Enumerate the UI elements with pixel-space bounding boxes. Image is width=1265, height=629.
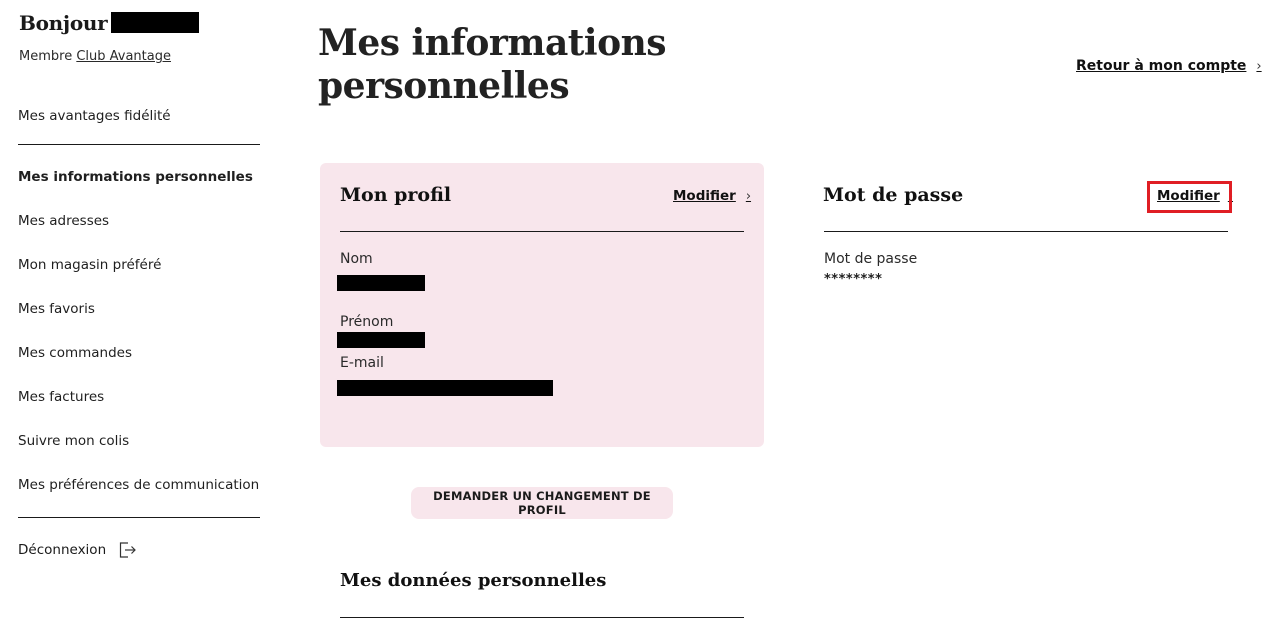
logout-label: Déconnexion bbox=[18, 542, 107, 558]
sidebar-item-colis[interactable]: Suivre mon colis bbox=[18, 433, 129, 449]
membership-status: Membre Club Avantage bbox=[19, 49, 171, 64]
sidebar-item-commandes[interactable]: Mes commandes bbox=[18, 345, 132, 361]
club-avantage-link[interactable]: Club Avantage bbox=[76, 49, 171, 64]
logout-icon bbox=[118, 541, 136, 559]
sidebar-item-factures[interactable]: Mes factures bbox=[18, 389, 104, 405]
redacted-email bbox=[337, 380, 553, 396]
back-link-label: Retour à mon compte bbox=[1076, 58, 1247, 74]
sidebar-item-adresses[interactable]: Mes adresses bbox=[18, 213, 109, 229]
password-rule bbox=[824, 231, 1228, 232]
prenom-label: Prénom bbox=[340, 314, 394, 330]
personal-data-title: Mes données personnelles bbox=[340, 570, 607, 591]
sidebar-item-favoris[interactable]: Mes favoris bbox=[18, 301, 95, 317]
greeting-text: Bonjour bbox=[19, 11, 108, 35]
password-label: Mot de passe bbox=[824, 251, 918, 267]
profile-title: Mon profil bbox=[340, 184, 452, 206]
sidebar-item-magasin[interactable]: Mon magasin préféré bbox=[18, 257, 161, 273]
redacted-prenom bbox=[337, 332, 425, 348]
sidebar-divider bbox=[18, 517, 260, 518]
sidebar-item-informations[interactable]: Mes informations personnelles bbox=[18, 169, 253, 185]
request-profile-change-button[interactable]: DEMANDER UN CHANGEMENT DE PROFIL bbox=[411, 487, 673, 519]
nom-label: Nom bbox=[340, 251, 373, 267]
email-label: E-mail bbox=[340, 355, 384, 371]
password-value: ******** bbox=[824, 272, 883, 287]
page-title: Mes informations personnelles bbox=[318, 22, 667, 107]
modify-label: Modifier bbox=[673, 188, 736, 204]
chevron-right-icon: › bbox=[1256, 58, 1262, 74]
greeting: Bonjour bbox=[19, 11, 200, 35]
sidebar-item-preferences[interactable]: Mes préférences de communication bbox=[18, 477, 259, 493]
back-to-account-link[interactable]: Retour à mon compte › bbox=[1076, 58, 1262, 74]
highlight-box bbox=[1147, 181, 1232, 213]
profile-modify-button[interactable]: Modifier › bbox=[673, 188, 751, 204]
password-title: Mot de passe bbox=[823, 184, 964, 206]
redacted-nom bbox=[337, 275, 425, 291]
chevron-right-icon: › bbox=[745, 188, 752, 204]
member-prefix: Membre bbox=[19, 49, 73, 64]
redacted-username bbox=[111, 12, 200, 33]
personal-data-rule bbox=[340, 617, 744, 618]
profile-card: Mon profil Modifier › Nom Prénom E-mail bbox=[320, 163, 764, 447]
account-sidebar: Bonjour Membre Club Avantage Mes avantag… bbox=[0, 0, 270, 629]
sidebar-item-avantages[interactable]: Mes avantages fidélité bbox=[18, 108, 171, 124]
profile-rule bbox=[340, 231, 744, 232]
logout-button[interactable]: Déconnexion bbox=[18, 541, 136, 559]
sidebar-divider bbox=[18, 144, 260, 145]
